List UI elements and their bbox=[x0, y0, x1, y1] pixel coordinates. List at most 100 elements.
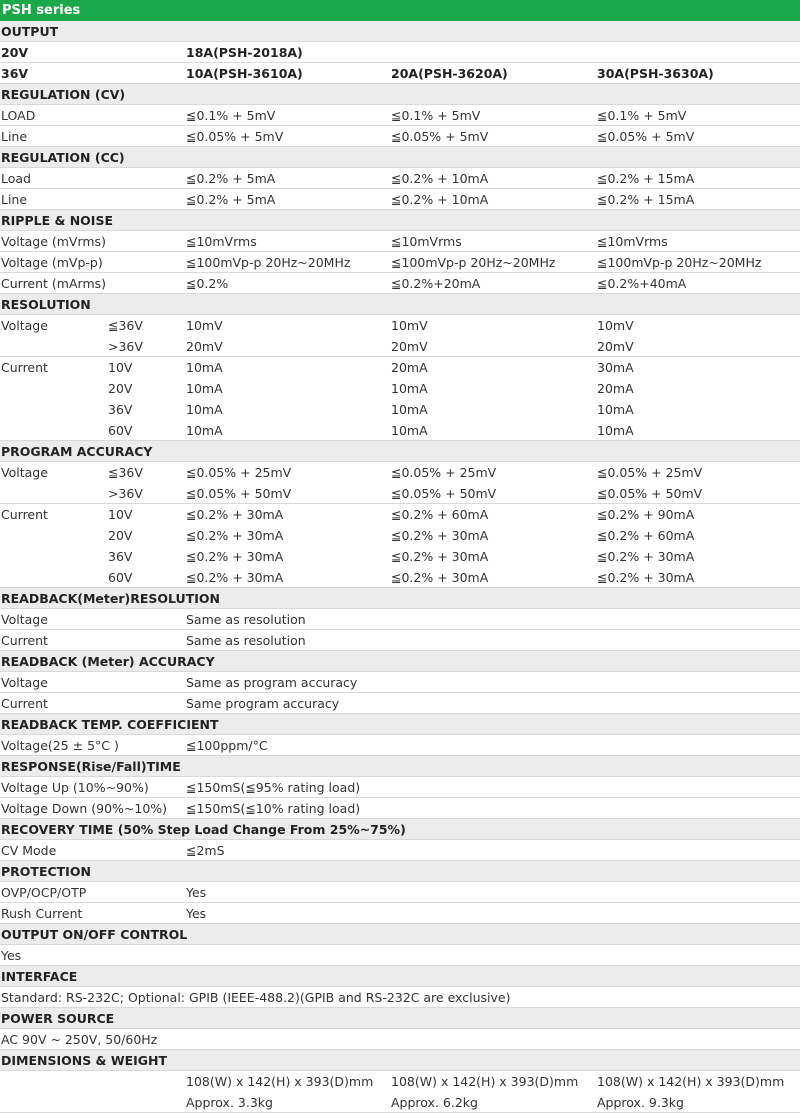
model-2-value: ≦100mVp-p 20Hz~20MHz bbox=[391, 255, 556, 270]
param-label: Voltage bbox=[1, 612, 48, 627]
param-label: Voltage bbox=[1, 318, 48, 333]
param-label: Load bbox=[1, 171, 31, 186]
model-3-value: 10mA bbox=[597, 402, 634, 417]
model-1-value: 10A(PSH-3610A) bbox=[186, 66, 303, 81]
model-3-value: ≦0.05% + 25mV bbox=[597, 465, 703, 480]
spec-row: Current Same program accuracy bbox=[0, 693, 800, 714]
section-header: OUTPUT bbox=[0, 21, 800, 42]
model-2-value: ≦0.2% + 10mA bbox=[391, 171, 489, 186]
model-1-value: 10mV bbox=[186, 318, 223, 333]
model-2-value: ≦0.2% + 30mA bbox=[391, 549, 489, 564]
model-1-value: Same as program accuracy bbox=[186, 675, 358, 690]
section-title: INTERFACE bbox=[1, 969, 78, 984]
param-label: Voltage (mVrms) bbox=[1, 234, 106, 249]
section-header: RESPONSE(Rise/Fall)TIME bbox=[0, 756, 800, 777]
model-2-value: ≦0.05% + 5mV bbox=[391, 129, 489, 144]
spec-row: Voltage ≦36V 10mV 10mV 10mV bbox=[0, 315, 800, 336]
section-title: DIMENSIONS & WEIGHT bbox=[1, 1053, 168, 1068]
model-3-value: Approx. 9.3kg bbox=[597, 1095, 684, 1110]
spec-row: LOAD ≦0.1% + 5mV ≦0.1% + 5mV ≦0.1% + 5mV bbox=[0, 105, 800, 126]
model-3-value: 30mA bbox=[597, 360, 634, 375]
model-1-value: Approx. 3.3kg bbox=[186, 1095, 273, 1110]
spec-row: Line ≦0.2% + 5mA ≦0.2% + 10mA ≦0.2% + 15mA bbox=[0, 189, 800, 210]
model-3-value: ≦0.2%+40mA bbox=[597, 276, 687, 291]
model-2-value: ≦0.2%+20mA bbox=[391, 276, 481, 291]
spec-row: 36V ≦0.2% + 30mA ≦0.2% + 30mA ≦0.2% + 30mA bbox=[0, 546, 800, 567]
model-2-value: ≦0.2% + 10mA bbox=[391, 192, 489, 207]
section-header: INTERFACE bbox=[0, 966, 800, 987]
param-label: LOAD bbox=[1, 108, 36, 123]
param-label: Current (mArms) bbox=[1, 276, 107, 291]
model-1-value: ≦0.2% + 30mA bbox=[186, 507, 284, 522]
spec-row: Voltage ≦36V ≦0.05% + 25mV ≦0.05% + 25mV ≦0.… bbox=[0, 462, 800, 483]
param-label: Line bbox=[1, 129, 28, 144]
model-1-value: Same as resolution bbox=[186, 633, 306, 648]
model-3-value: ≦10mVrms bbox=[597, 234, 668, 249]
model-2-value: ≦0.2% + 30mA bbox=[391, 528, 489, 543]
section-header: OUTPUT ON/OFF CONTROL bbox=[0, 924, 800, 945]
model-3-value: 108(W) x 142(H) x 393(D)mm bbox=[597, 1074, 785, 1089]
spec-row: AC 90V ~ 250V, 50/60Hz bbox=[0, 1029, 800, 1050]
section-header: READBACK TEMP. COEFFICIENT bbox=[0, 714, 800, 735]
section-title: REGULATION (CC) bbox=[1, 150, 125, 165]
param-label: AC 90V ~ 250V, 50/60Hz bbox=[1, 1032, 158, 1047]
section-title: READBACK (Meter) ACCURACY bbox=[1, 654, 215, 669]
spec-row: >36V ≦0.05% + 50mV ≦0.05% + 50mV ≦0.05% + 5… bbox=[0, 483, 800, 504]
spec-row: Current 10V 10mA 20mA 30mA bbox=[0, 357, 800, 378]
model-1-value: ≦0.2% bbox=[186, 276, 229, 291]
section-header: READBACK(Meter)RESOLUTION bbox=[0, 588, 800, 609]
model-1-value: ≦0.2% + 30mA bbox=[186, 528, 284, 543]
model-3-value: 20mV bbox=[597, 339, 634, 354]
model-3-value: ≦0.2% + 15mA bbox=[597, 171, 695, 186]
param-label: 20V bbox=[1, 45, 29, 60]
model-1-value: Same program accuracy bbox=[186, 696, 340, 711]
spec-row: Rush Current Yes bbox=[0, 903, 800, 924]
spec-row: Current 10V ≦0.2% + 30mA ≦0.2% + 60mA ≦0.2% … bbox=[0, 504, 800, 525]
section-title: READBACK TEMP. COEFFICIENT bbox=[1, 717, 219, 732]
section-title: READBACK(Meter)RESOLUTION bbox=[1, 591, 220, 606]
model-1-value: Yes bbox=[186, 906, 207, 921]
sub-label: ≦36V bbox=[108, 318, 143, 333]
spec-row: Current (mArms) ≦0.2% ≦0.2%+20mA ≦0.2%+40mA bbox=[0, 273, 800, 294]
section-title: RIPPLE & NOISE bbox=[1, 213, 113, 228]
param-label: Current bbox=[1, 507, 48, 522]
model-2-value: Approx. 6.2kg bbox=[391, 1095, 478, 1110]
spec-row: 60V ≦0.2% + 30mA ≦0.2% + 30mA ≦0.2% + 30mA bbox=[0, 567, 800, 588]
model-2-value: ≦0.05% + 25mV bbox=[391, 465, 497, 480]
sub-label: 36V bbox=[108, 549, 133, 564]
section-title: RECOVERY TIME (50% Step Load Change From… bbox=[1, 822, 406, 837]
model-2-value: ≦10mVrms bbox=[391, 234, 462, 249]
param-label: OVP/OCP/OTP bbox=[1, 885, 87, 900]
section-header: REGULATION (CV) bbox=[0, 84, 800, 105]
sub-label: 60V bbox=[108, 423, 133, 438]
spec-row: 108(W) x 142(H) x 393(D)mm 108(W) x 142(H… bbox=[0, 1071, 800, 1113]
model-1-value: ≦150mS(≦95% rating load) bbox=[186, 780, 361, 795]
model-1-value: ≦0.2% + 30mA bbox=[186, 570, 284, 585]
param-label: Yes bbox=[1, 948, 22, 963]
model-3-value: ≦0.1% + 5mV bbox=[597, 108, 687, 123]
spec-row: 60V 10mA 10mA 10mA bbox=[0, 420, 800, 441]
model-3-value: 10mV bbox=[597, 318, 634, 333]
sub-label: 20V bbox=[108, 381, 133, 396]
spec-row: 20V 18A(PSH-2018A) bbox=[0, 42, 800, 63]
param-label: Voltage (mVp-p) bbox=[1, 255, 103, 270]
section-header: DIMENSIONS & WEIGHT bbox=[0, 1050, 800, 1071]
model-1-value: 108(W) x 142(H) x 393(D)mm bbox=[186, 1074, 374, 1089]
model-2-value: 10mA bbox=[391, 423, 428, 438]
model-3-value: ≦0.2% + 30mA bbox=[597, 549, 695, 564]
spec-row: 36V 10A(PSH-3610A) 20A(PSH-3620A) 30A(PSH-3… bbox=[0, 63, 800, 84]
model-1-value: 10mA bbox=[186, 381, 223, 396]
sub-label: >36V bbox=[108, 339, 143, 354]
model-1-value: ≦150mS(≦10% rating load) bbox=[186, 801, 361, 816]
param-label: CV Mode bbox=[1, 843, 57, 858]
sub-label: 20V bbox=[108, 528, 133, 543]
section-title: POWER SOURCE bbox=[1, 1011, 115, 1026]
model-2-value: 10mA bbox=[391, 381, 428, 396]
model-1-value: ≦0.05% + 50mV bbox=[186, 486, 292, 501]
spec-row: Line ≦0.05% + 5mV ≦0.05% + 5mV ≦0.05% + 5mV bbox=[0, 126, 800, 147]
section-header: PROTECTION bbox=[0, 861, 800, 882]
section-header: PROGRAM ACCURACY bbox=[0, 441, 800, 462]
model-3-value: ≦0.05% + 5mV bbox=[597, 129, 695, 144]
param-label: Current bbox=[1, 360, 48, 375]
sub-label: ≦36V bbox=[108, 465, 143, 480]
